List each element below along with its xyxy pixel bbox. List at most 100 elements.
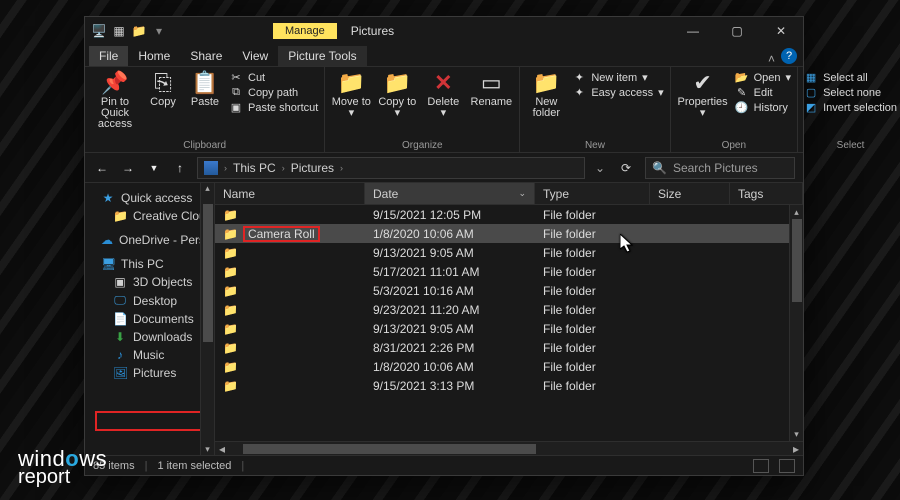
qat-folder-icon[interactable]: 📁: [131, 23, 147, 39]
copy-path-button[interactable]: ⧉Copy path: [229, 86, 318, 99]
sidebar-item-desktop[interactable]: 🖵Desktop: [85, 291, 214, 310]
crumb-pictures[interactable]: Pictures: [291, 161, 334, 175]
properties-button[interactable]: ✔Properties ▾: [677, 69, 729, 119]
list-row[interactable]: 📁5/3/2021 10:16 AMFile folder: [215, 281, 803, 300]
sidebar-scrollbar[interactable]: ▴ ▾: [200, 183, 214, 455]
chevron-right-icon[interactable]: ›: [282, 163, 285, 173]
forward-button[interactable]: →: [119, 161, 137, 175]
new-item-button[interactable]: ✦New item ▾: [572, 71, 663, 84]
move-to-button[interactable]: 📁Move to ▾: [331, 69, 371, 119]
paste-shortcut-button[interactable]: ▣Paste shortcut: [229, 101, 318, 114]
breadcrumb[interactable]: › This PC › Pictures ›: [197, 157, 585, 179]
edit-button[interactable]: ✎Edit: [735, 86, 791, 99]
list-row[interactable]: 📁Camera Roll1/8/2020 10:06 AMFile folder: [215, 224, 803, 243]
up-button[interactable]: ↑: [171, 161, 189, 175]
list-row[interactable]: 📁9/23/2021 11:20 AMFile folder: [215, 300, 803, 319]
column-type[interactable]: Type: [535, 183, 650, 204]
tab-view[interactable]: View: [232, 46, 278, 66]
column-size[interactable]: Size: [650, 183, 730, 204]
document-icon: 📄: [113, 312, 127, 326]
select-all-button[interactable]: ▦Select all: [804, 71, 897, 84]
view-large-icon[interactable]: [779, 459, 795, 473]
copy-button[interactable]: ⎘ Copy: [145, 69, 181, 108]
tab-share[interactable]: Share: [180, 46, 232, 66]
invert-selection-button[interactable]: ◩Invert selection: [804, 101, 897, 114]
chevron-right-icon[interactable]: ›: [224, 163, 227, 173]
list-row[interactable]: 📁5/17/2021 11:01 AMFile folder: [215, 262, 803, 281]
column-name[interactable]: Name: [215, 183, 365, 204]
qat-dropdown-icon[interactable]: ▾: [151, 23, 167, 39]
sidebar-item-music[interactable]: ♪Music: [85, 346, 214, 364]
rename-button[interactable]: ▭Rename: [469, 69, 513, 108]
pin-to-quick-access-button[interactable]: 📌 Pin to Quick access: [91, 69, 139, 130]
cut-button[interactable]: ✂Cut: [229, 71, 318, 84]
list-row[interactable]: 📁8/31/2021 2:26 PMFile folder: [215, 338, 803, 357]
scroll-down-icon[interactable]: ▾: [794, 427, 799, 441]
row-date: 1/8/2020 10:06 AM: [365, 360, 535, 374]
minimize-button[interactable]: —: [671, 17, 715, 45]
delete-button[interactable]: ✕Delete ▾: [423, 69, 463, 119]
scroll-left-icon[interactable]: ◂: [215, 442, 229, 456]
tab-home[interactable]: Home: [128, 46, 180, 66]
refresh-button[interactable]: ⟳: [615, 161, 637, 175]
qat-properties-icon[interactable]: ▦: [111, 23, 127, 39]
quick-access-toolbar: 🖥️ ▦ 📁 ▾: [85, 23, 173, 39]
easy-access-button[interactable]: ✦Easy access ▾: [572, 86, 663, 99]
chevron-right-icon[interactable]: ›: [340, 163, 343, 173]
tab-picture-tools[interactable]: Picture Tools: [278, 46, 366, 66]
list-row[interactable]: 📁1/8/2020 10:06 AMFile folder: [215, 357, 803, 376]
sidebar-item-3d-objects[interactable]: ▣3D Objects: [85, 273, 214, 291]
sidebar-item-this-pc[interactable]: 🖥This PC: [85, 255, 214, 273]
sidebar-item-creative-cloud[interactable]: 📁Creative Cloud File: [85, 207, 214, 225]
tab-file[interactable]: File: [89, 46, 128, 66]
contextual-tab-manage[interactable]: Manage: [273, 23, 337, 39]
back-button[interactable]: ←: [93, 161, 111, 175]
row-date: 9/15/2021 12:05 PM: [365, 208, 535, 222]
sidebar-item-documents[interactable]: 📄Documents: [85, 310, 214, 328]
ribbon-collapse-icon[interactable]: ˄: [762, 52, 781, 66]
scroll-up-icon[interactable]: ▴: [794, 205, 799, 219]
sidebar-item-onedrive[interactable]: ☁OneDrive - Person: [85, 231, 214, 249]
search-icon: 🔍: [652, 161, 667, 175]
rows-container[interactable]: 📁9/15/2021 12:05 PMFile folder📁Camera Ro…: [215, 205, 803, 441]
view-details-icon[interactable]: [753, 459, 769, 473]
recent-locations-button[interactable]: ▼: [145, 163, 163, 173]
search-input[interactable]: 🔍 Search Pictures: [645, 157, 795, 179]
list-row[interactable]: 📁9/15/2021 12:05 PMFile folder: [215, 205, 803, 224]
navigation-sidebar[interactable]: ★Quick access 📁Creative Cloud File ☁OneD…: [85, 183, 215, 455]
list-row[interactable]: 📁9/13/2021 9:05 AMFile folder: [215, 319, 803, 338]
properties-icon: ✔: [693, 69, 711, 97]
scroll-right-icon[interactable]: ▸: [789, 442, 803, 456]
folder-icon: 📁: [223, 322, 238, 336]
open-button[interactable]: 📂Open ▾: [735, 71, 791, 84]
column-tags[interactable]: Tags: [730, 183, 803, 204]
folder-icon: 📁: [223, 341, 238, 355]
paste-button[interactable]: 📋 Paste: [187, 69, 223, 108]
select-all-icon: ▦: [804, 71, 818, 84]
copy-to-button[interactable]: 📁Copy to ▾: [377, 69, 417, 119]
vscroll-thumb[interactable]: [792, 219, 802, 302]
history-button[interactable]: 🕘History: [735, 101, 791, 114]
maximize-button[interactable]: ▢: [715, 17, 759, 45]
title-bar[interactable]: 🖥️ ▦ 📁 ▾ Manage Pictures — ▢ ✕: [85, 17, 803, 45]
crumb-this-pc[interactable]: This PC: [233, 161, 276, 175]
column-date[interactable]: Date⌄: [365, 183, 535, 204]
address-dropdown-icon[interactable]: ⌄: [593, 161, 607, 175]
new-item-icon: ✦: [572, 71, 586, 84]
new-folder-button[interactable]: 📁New folder: [526, 69, 566, 119]
vertical-scrollbar[interactable]: ▴ ▾: [789, 205, 803, 441]
help-icon[interactable]: ?: [781, 48, 797, 64]
list-row[interactable]: 📁9/13/2021 9:05 AMFile folder: [215, 243, 803, 262]
sidebar-item-pictures[interactable]: 🖼Pictures: [85, 364, 214, 382]
list-row[interactable]: 📁9/15/2021 3:13 PMFile folder: [215, 376, 803, 395]
row-type: File folder: [535, 227, 650, 241]
close-button[interactable]: ✕: [759, 17, 803, 45]
sort-dropdown-icon[interactable]: ⌄: [518, 188, 526, 199]
sidebar-item-quick-access[interactable]: ★Quick access: [85, 189, 214, 207]
ribbon-tabs: File Home Share View Picture Tools ˄ ?: [85, 45, 803, 67]
hscroll-thumb[interactable]: [243, 444, 536, 454]
sidebar-item-downloads[interactable]: ⬇Downloads: [85, 328, 214, 346]
horizontal-scrollbar[interactable]: ◂ ▸: [215, 441, 803, 455]
row-date: 8/31/2021 2:26 PM: [365, 341, 535, 355]
select-none-button[interactable]: ▢Select none: [804, 86, 897, 99]
